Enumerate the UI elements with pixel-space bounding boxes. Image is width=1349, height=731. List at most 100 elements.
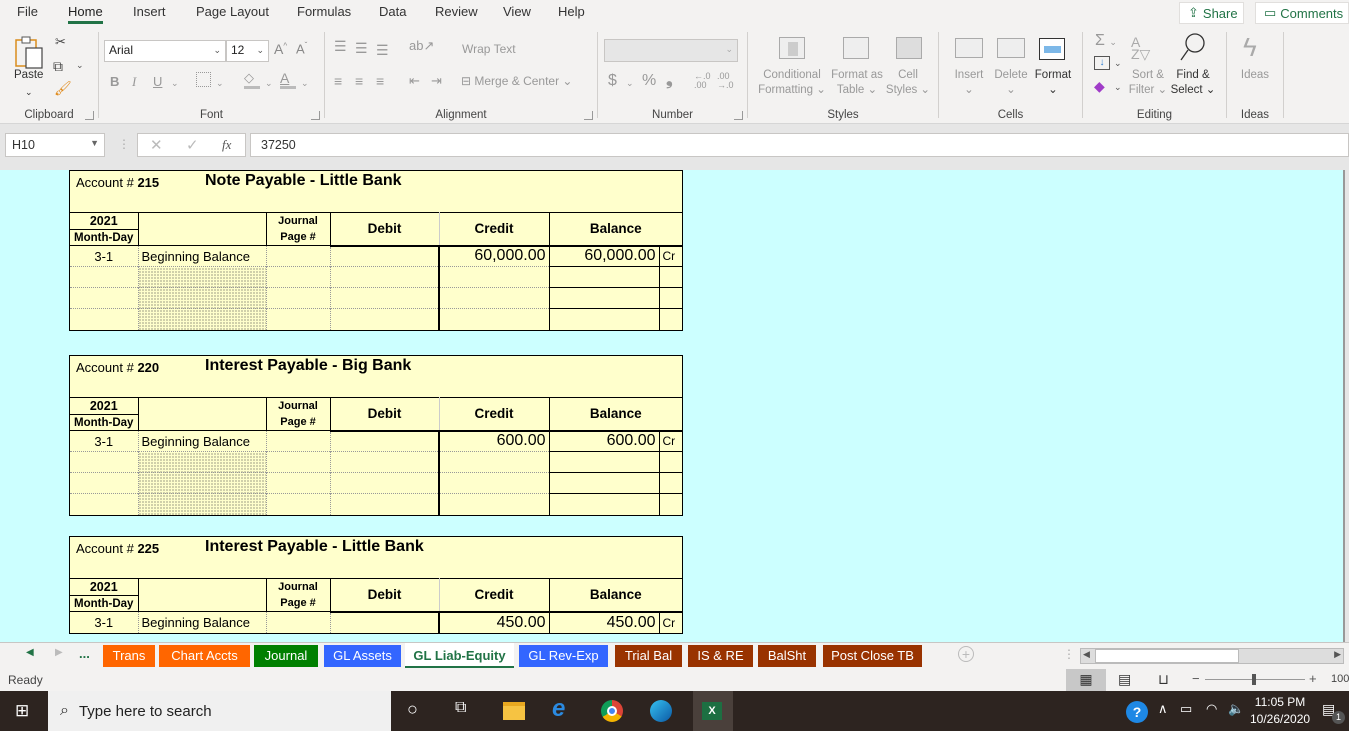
- debit-cell[interactable]: [330, 472, 440, 494]
- cortana-icon[interactable]: ○: [407, 699, 433, 723]
- debit-cell[interactable]: [330, 429, 440, 452]
- font-name-select[interactable]: Arial ⌄: [104, 40, 226, 62]
- task-view-icon[interactable]: ⧉: [455, 699, 481, 723]
- taskbar-search[interactable]: ⌕ Type here to search: [48, 691, 391, 731]
- journal-page-cell[interactable]: [266, 266, 331, 288]
- date-cell[interactable]: [70, 493, 139, 515]
- edge-icon[interactable]: [650, 700, 672, 722]
- menu-tab-insert[interactable]: Insert: [133, 4, 166, 19]
- underline-button[interactable]: U: [153, 74, 162, 89]
- align-right-icon[interactable]: ≡: [376, 73, 384, 89]
- add-sheet-button[interactable]: +: [958, 646, 974, 662]
- tab-scroll-right[interactable]: ▶: [55, 647, 63, 658]
- debit-cell[interactable]: [330, 610, 440, 633]
- sheet-tab-gl-assets[interactable]: GL Assets: [324, 645, 401, 667]
- sheet-tab-gl-liab-equity[interactable]: GL Liab-Equity: [405, 643, 514, 668]
- dr-cr-cell[interactable]: [659, 493, 682, 515]
- page-layout-view-icon[interactable]: ▤: [1118, 671, 1131, 688]
- excel-taskbar-icon[interactable]: X: [693, 691, 733, 731]
- name-box-dropdown[interactable]: ▼: [90, 138, 99, 148]
- zoom-slider-thumb[interactable]: [1252, 674, 1256, 685]
- borders-dropdown[interactable]: ⌄: [216, 78, 224, 89]
- file-explorer-icon[interactable]: [503, 702, 525, 720]
- increase-font-icon[interactable]: A^: [274, 41, 287, 57]
- balance-cell[interactable]: 60,000.00: [549, 244, 660, 267]
- sheet-tab-is-re[interactable]: IS & RE: [688, 645, 753, 667]
- align-top-icon[interactable]: ☰: [334, 38, 347, 55]
- clear-icon[interactable]: ◆: [1094, 78, 1105, 95]
- copy-icon[interactable]: ⧉: [53, 58, 63, 75]
- description-cell[interactable]: [138, 493, 267, 515]
- chrome-icon[interactable]: [601, 700, 623, 722]
- font-color-icon[interactable]: A: [280, 70, 296, 89]
- paste-label[interactable]: Paste: [14, 68, 43, 83]
- percent-button[interactable]: %: [642, 72, 656, 90]
- decrease-font-icon[interactable]: Aˇ: [296, 41, 307, 56]
- menu-tab-data[interactable]: Data: [379, 4, 406, 19]
- insert-function-icon[interactable]: fx: [222, 137, 231, 153]
- more-tabs-button[interactable]: ...: [79, 646, 90, 661]
- clear-dropdown[interactable]: ⌄: [1114, 82, 1122, 93]
- fill-color-icon[interactable]: ◇: [244, 70, 260, 89]
- journal-page-cell[interactable]: [266, 245, 331, 267]
- dr-cr-cell[interactable]: [659, 472, 682, 494]
- sheet-tab-journal[interactable]: Journal: [254, 645, 318, 667]
- account-number[interactable]: 225: [137, 541, 159, 556]
- zoom-level[interactable]: 100: [1331, 673, 1349, 685]
- description-cell[interactable]: Beginning Balance: [138, 611, 267, 633]
- date-cell[interactable]: 3-1: [70, 245, 139, 267]
- sheet-tab-chart-accts[interactable]: Chart Accts: [159, 645, 250, 667]
- align-bottom-icon[interactable]: ☰: [376, 42, 389, 59]
- description-cell[interactable]: [138, 451, 267, 473]
- sheet-tab-post-close-tb[interactable]: Post Close TB: [823, 645, 922, 667]
- fill-icon[interactable]: ↓: [1094, 56, 1110, 70]
- scroll-right-arrow[interactable]: ▶: [1334, 649, 1341, 660]
- description-cell[interactable]: [138, 308, 267, 330]
- credit-cell[interactable]: [439, 472, 550, 494]
- credit-cell[interactable]: [439, 493, 550, 515]
- credit-cell[interactable]: 600.00: [439, 429, 550, 452]
- worksheet[interactable]: Account # 215 Note Payable - Little Bank 2…: [0, 170, 1345, 642]
- formula-bar-grip[interactable]: ⋮: [118, 137, 130, 151]
- alignment-launcher[interactable]: [584, 111, 593, 120]
- menu-tab-page-layout[interactable]: Page Layout: [196, 4, 269, 19]
- debit-cell[interactable]: [330, 308, 440, 330]
- currency-button[interactable]: $: [608, 72, 617, 90]
- dr-cr-cell[interactable]: Cr: [659, 610, 682, 633]
- comma-style-button[interactable]: ❟: [666, 70, 673, 90]
- cut-icon[interactable]: ✂: [55, 34, 66, 50]
- paste-icon[interactable]: [14, 36, 44, 70]
- description-cell[interactable]: Beginning Balance: [138, 245, 267, 267]
- page-break-view-icon[interactable]: ⊔: [1158, 671, 1169, 688]
- date-cell[interactable]: [70, 287, 139, 309]
- date-cell[interactable]: [70, 451, 139, 473]
- date-cell[interactable]: 3-1: [70, 430, 139, 452]
- account-name[interactable]: Interest Payable - Little Bank: [205, 538, 424, 556]
- dr-cr-cell[interactable]: [659, 451, 682, 473]
- journal-page-cell[interactable]: [266, 287, 331, 309]
- sheet-tab-trans[interactable]: Trans: [103, 645, 155, 667]
- enter-icon[interactable]: ✓: [186, 136, 199, 154]
- debit-cell[interactable]: [330, 287, 440, 309]
- help-tray-icon[interactable]: ?: [1126, 701, 1148, 723]
- name-box[interactable]: H10 ▼: [5, 133, 105, 157]
- journal-page-cell[interactable]: [266, 430, 331, 452]
- credit-cell[interactable]: [439, 451, 550, 473]
- fill-color-dropdown[interactable]: ⌄: [265, 78, 273, 89]
- balance-cell[interactable]: 450.00: [549, 610, 660, 633]
- zoom-out-button[interactable]: −: [1192, 671, 1200, 686]
- paste-dropdown[interactable]: ⌄: [25, 85, 33, 100]
- date-cell[interactable]: [70, 308, 139, 330]
- journal-page-cell[interactable]: [266, 308, 331, 330]
- share-button[interactable]: ⇪ Share: [1179, 2, 1244, 24]
- date-cell[interactable]: 3-1: [70, 611, 139, 633]
- credit-cell[interactable]: 60,000.00: [439, 244, 550, 267]
- autosum-icon[interactable]: Σ ⌄: [1095, 32, 1117, 50]
- balance-cell[interactable]: [549, 472, 660, 494]
- journal-page-cell[interactable]: [266, 611, 331, 633]
- menu-tab-help[interactable]: Help: [558, 4, 585, 19]
- description-cell[interactable]: [138, 472, 267, 494]
- cancel-icon[interactable]: ✕: [150, 136, 163, 154]
- credit-cell[interactable]: 450.00: [439, 610, 550, 633]
- sheet-tab-gl-rev-exp[interactable]: GL Rev-Exp: [519, 645, 608, 667]
